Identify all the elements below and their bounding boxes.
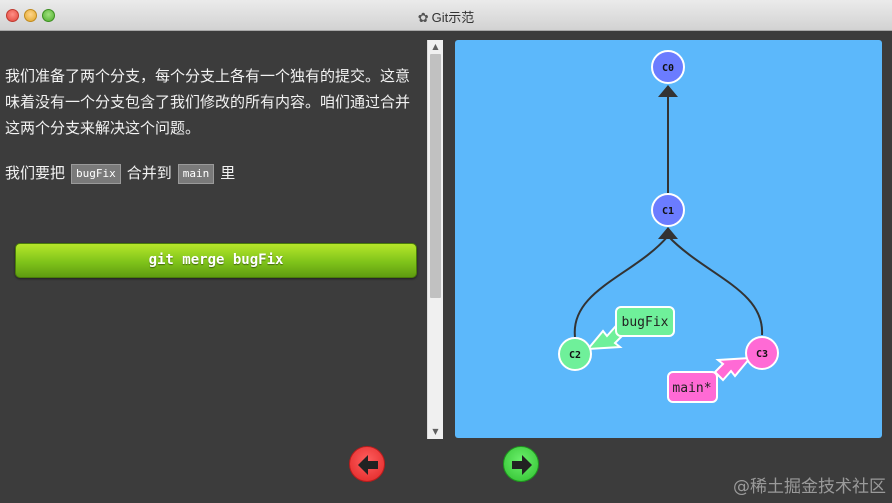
scroll-up-arrow-icon[interactable]: ▲ bbox=[428, 40, 443, 54]
scroll-down-arrow-icon[interactable]: ▼ bbox=[428, 425, 443, 439]
edge-c3-c1 bbox=[667, 235, 764, 336]
instruction-middle: 合并到 bbox=[126, 164, 172, 182]
lesson-scrollbar[interactable]: ▲ ▼ bbox=[427, 40, 443, 439]
git-graph-svg: bugFix main* C0 C1 C2 C3 bbox=[558, 50, 779, 403]
edge-arrow-c1 bbox=[658, 227, 678, 239]
window-title-text: Git示范 bbox=[431, 10, 475, 25]
commit-c3-label: C3 bbox=[756, 349, 768, 360]
lesson-paragraph: 我们准备了两个分支，每个分支上各有一个独有的提交。这意味着没有一个分支包含了我们… bbox=[5, 67, 411, 137]
scroll-thumb[interactable] bbox=[430, 54, 441, 298]
lesson-panel: 我们准备了两个分支，每个分支上各有一个独有的提交。这意味着没有一个分支包含了我们… bbox=[0, 32, 427, 439]
window-title: ✿ Git示范 bbox=[0, 7, 892, 26]
lesson-instruction: 我们要把 bugFix 合并到 main 里 bbox=[5, 160, 423, 186]
commit-c1-label: C1 bbox=[662, 206, 674, 217]
branch-label-bugfix: bugFix bbox=[622, 315, 669, 330]
branch-arrow-main bbox=[713, 356, 753, 382]
branch-code-bugfix: bugFix bbox=[71, 164, 121, 184]
branch-code-main: main bbox=[177, 164, 215, 184]
commit-c2-label: C2 bbox=[569, 350, 581, 361]
git-command-button[interactable]: git merge bugFix bbox=[15, 243, 417, 278]
edge-arrow-c0 bbox=[658, 85, 678, 97]
arrow-left-icon bbox=[358, 455, 378, 475]
title-bar: ✿ Git示范 bbox=[0, 0, 892, 31]
forward-button[interactable] bbox=[503, 446, 539, 482]
git-graph-visualization: bugFix main* C0 C1 C2 C3 bbox=[455, 40, 882, 438]
branch-label-main: main* bbox=[672, 381, 711, 396]
instruction-suffix: 里 bbox=[220, 164, 236, 182]
arrow-right-icon bbox=[512, 455, 532, 475]
instruction-prefix: 我们要把 bbox=[5, 164, 66, 182]
commit-c0-label: C0 bbox=[662, 63, 674, 74]
gear-icon: ✿ bbox=[417, 10, 429, 25]
watermark: @稀土掘金技术社区 bbox=[733, 477, 886, 497]
back-button[interactable] bbox=[349, 446, 385, 482]
